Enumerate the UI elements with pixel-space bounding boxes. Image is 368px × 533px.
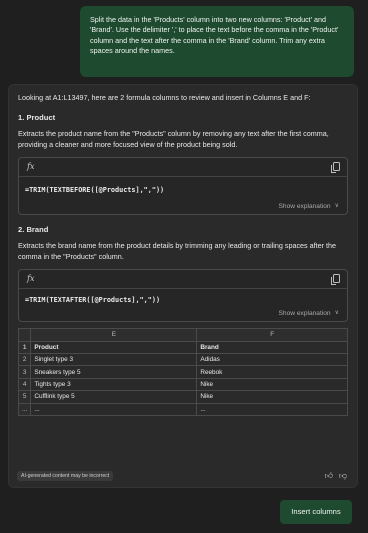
section-desc-brand: Extracts the brand name from the product… xyxy=(18,241,337,261)
chevron-down-icon: ∨ xyxy=(334,203,339,210)
brand-cell: Brand xyxy=(196,340,348,354)
chevron-down-icon: ∨ xyxy=(334,310,339,317)
product-cell: Cufflink type 5 xyxy=(30,390,198,404)
table-row: 1 Product Brand xyxy=(17,340,348,354)
row-number: 4 xyxy=(17,377,32,392)
user-message-bubble: Split the data in the 'Products' column … xyxy=(80,6,354,77)
product-cell: Singlet type 3 xyxy=(30,352,198,367)
ai-disclaimer-badge: AI-generated content may be incorrect xyxy=(17,471,114,481)
thumbs-down-icon[interactable]: 👎︎ xyxy=(339,471,347,481)
fx-icon: fx xyxy=(27,162,35,172)
table-row: 5 Cufflink type 5 Nike xyxy=(17,390,348,404)
assistant-intro: Looking at A1:L13497, here are 2 formula… xyxy=(18,93,311,102)
row-number: 5 xyxy=(17,390,32,404)
row-number: 1 xyxy=(17,340,32,354)
table-row: 3 Sneakers type 5 Reebok xyxy=(17,365,348,379)
assistant-response-card: Looking at A1:L13497, here are 2 formula… xyxy=(8,84,358,488)
table-row: 4 Tights type 3 Nike xyxy=(17,377,348,392)
section-title-brand: 2. Brand xyxy=(18,225,49,235)
show-explanation-label: Show explanation xyxy=(278,203,331,211)
formula-text-product: =TRIM(TEXTBEFORE([@Products],",")) xyxy=(25,186,165,195)
section-desc-product: Extracts the product name from the "Prod… xyxy=(18,129,329,149)
column-header-f: F xyxy=(196,328,348,342)
insert-columns-button[interactable]: Insert columns xyxy=(280,500,352,524)
section-title-product: 1. Product xyxy=(18,113,56,123)
product-cell: Tights type 3 xyxy=(30,377,198,392)
product-cell: Sneakers type 5 xyxy=(30,365,198,379)
brand-cell: ... xyxy=(196,402,348,416)
formula-header: fx xyxy=(19,270,347,290)
brand-cell: Adidas xyxy=(196,352,348,367)
formula-text-brand: =TRIM(TEXTAFTER([@Products],",")) xyxy=(25,296,161,305)
column-header-e: E xyxy=(30,328,198,342)
show-explanation-button[interactable]: Show explanation ∨ xyxy=(279,203,339,210)
table-row: ... ... ... xyxy=(17,402,348,416)
brand-cell: Reebok xyxy=(196,365,348,379)
formula-header: fx xyxy=(19,158,347,178)
product-cell: Product xyxy=(30,340,198,354)
thumbs-up-icon[interactable]: 👍︎ xyxy=(325,471,333,481)
row-number: 2 xyxy=(17,352,32,367)
preview-column-header-row: E F xyxy=(17,328,348,342)
fx-icon: fx xyxy=(27,274,35,284)
formula-box-product: fx =TRIM(TEXTBEFORE([@Products],",")) Sh… xyxy=(18,157,348,216)
copy-icon[interactable] xyxy=(331,162,340,174)
corner-cell xyxy=(17,328,32,342)
row-number: 3 xyxy=(17,365,32,379)
formula-box-brand: fx =TRIM(TEXTAFTER([@Products],",")) Sho… xyxy=(18,269,348,323)
row-number: ... xyxy=(17,402,32,416)
show-explanation-button[interactable]: Show explanation ∨ xyxy=(279,310,339,317)
preview-table: E F 1 Product Brand 2 Singlet type 3 Adi… xyxy=(17,328,348,416)
brand-cell: Nike xyxy=(196,377,348,392)
show-explanation-label: Show explanation xyxy=(278,310,331,318)
product-cell: ... xyxy=(30,402,198,416)
table-row: 2 Singlet type 3 Adidas xyxy=(17,352,348,367)
brand-cell: Nike xyxy=(196,390,348,404)
copy-icon[interactable] xyxy=(331,274,340,286)
